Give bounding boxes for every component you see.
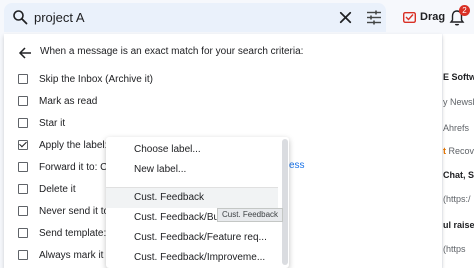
menu-item-choose-label[interactable]: Choose label... bbox=[106, 140, 278, 160]
back-arrow-icon[interactable] bbox=[18, 46, 32, 60]
option-label: Send template: C bbox=[39, 227, 117, 239]
filter-header: When a message is an exact match for you… bbox=[40, 46, 304, 57]
list-item[interactable]: (https:/ bbox=[443, 194, 471, 204]
checkbox-checked[interactable] bbox=[18, 140, 28, 150]
notifications-button[interactable]: 2 bbox=[449, 5, 471, 28]
notification-badge: 2 bbox=[459, 5, 470, 16]
search-input[interactable]: project A bbox=[34, 10, 85, 25]
checkbox[interactable] bbox=[18, 250, 28, 260]
list-item[interactable]: E Softwa bbox=[443, 72, 474, 82]
email-list-background: E Softwa y Newsle Ahrefs t Recove Chat, … bbox=[443, 34, 474, 268]
search-bar[interactable]: project A bbox=[4, 3, 386, 32]
option-apply-label[interactable]: Apply the label: bbox=[18, 138, 107, 152]
label-tooltip: Cust. Feedback bbox=[217, 208, 284, 222]
checkbox[interactable] bbox=[18, 206, 28, 216]
option-label: Apply the label: bbox=[39, 139, 108, 151]
option-delete[interactable]: Delete it bbox=[18, 182, 76, 196]
checkbox[interactable] bbox=[18, 118, 28, 128]
option-label: Delete it bbox=[39, 183, 76, 195]
menu-item-label[interactable]: Cust. Feedback/Improveme... bbox=[106, 248, 278, 268]
option-send-template[interactable]: Send template: C bbox=[18, 226, 116, 240]
checkbox[interactable] bbox=[18, 228, 28, 238]
top-bar: project A Drag 2 bbox=[0, 0, 474, 34]
search-icon[interactable] bbox=[12, 9, 28, 25]
label-dropdown: Choose label... New label... Cust. Feedb… bbox=[106, 137, 289, 268]
menu-item-label[interactable]: Cust. Feedback/Feature req... bbox=[106, 228, 278, 248]
drag-button-label: Drag bbox=[420, 11, 446, 23]
menu-item-label[interactable]: Cust. Feedback bbox=[106, 188, 278, 208]
option-forward[interactable]: Forward it to: Ch bbox=[18, 160, 113, 174]
list-item[interactable]: Ahrefs bbox=[443, 123, 469, 133]
drag-button[interactable]: Drag bbox=[403, 8, 445, 26]
option-always-mark[interactable]: Always mark it as bbox=[18, 248, 117, 262]
checkbox[interactable] bbox=[18, 162, 28, 172]
option-skip-inbox[interactable]: Skip the Inbox (Archive it) bbox=[18, 72, 153, 86]
list-item[interactable]: ul raise bbox=[443, 220, 474, 230]
checkbox-mail-icon bbox=[403, 11, 416, 23]
list-item[interactable]: y Newsle bbox=[443, 97, 474, 107]
list-item[interactable]: Chat, Sc bbox=[443, 170, 474, 180]
option-never-spam[interactable]: Never send it to S bbox=[18, 204, 118, 218]
close-icon[interactable] bbox=[337, 9, 354, 26]
list-item-text: Recove bbox=[448, 146, 474, 156]
option-label: Skip the Inbox (Archive it) bbox=[39, 73, 153, 85]
menu-item-new-label[interactable]: New label... bbox=[106, 160, 278, 180]
forward-address-link[interactable]: ess bbox=[289, 160, 305, 171]
checkbox[interactable] bbox=[18, 184, 28, 194]
dropdown-scrollbar[interactable] bbox=[282, 139, 288, 265]
option-label: Star it bbox=[39, 117, 66, 129]
option-star[interactable]: Star it bbox=[18, 116, 65, 130]
filter-options-icon[interactable] bbox=[365, 9, 383, 26]
list-item[interactable]: t Recove bbox=[443, 146, 474, 156]
option-mark-read[interactable]: Mark as read bbox=[18, 94, 97, 108]
option-label: Forward it to: Ch bbox=[39, 161, 113, 173]
list-item[interactable]: (https bbox=[443, 244, 466, 254]
checkbox[interactable] bbox=[18, 96, 28, 106]
option-label: Mark as read bbox=[39, 95, 98, 107]
checkbox[interactable] bbox=[18, 74, 28, 84]
